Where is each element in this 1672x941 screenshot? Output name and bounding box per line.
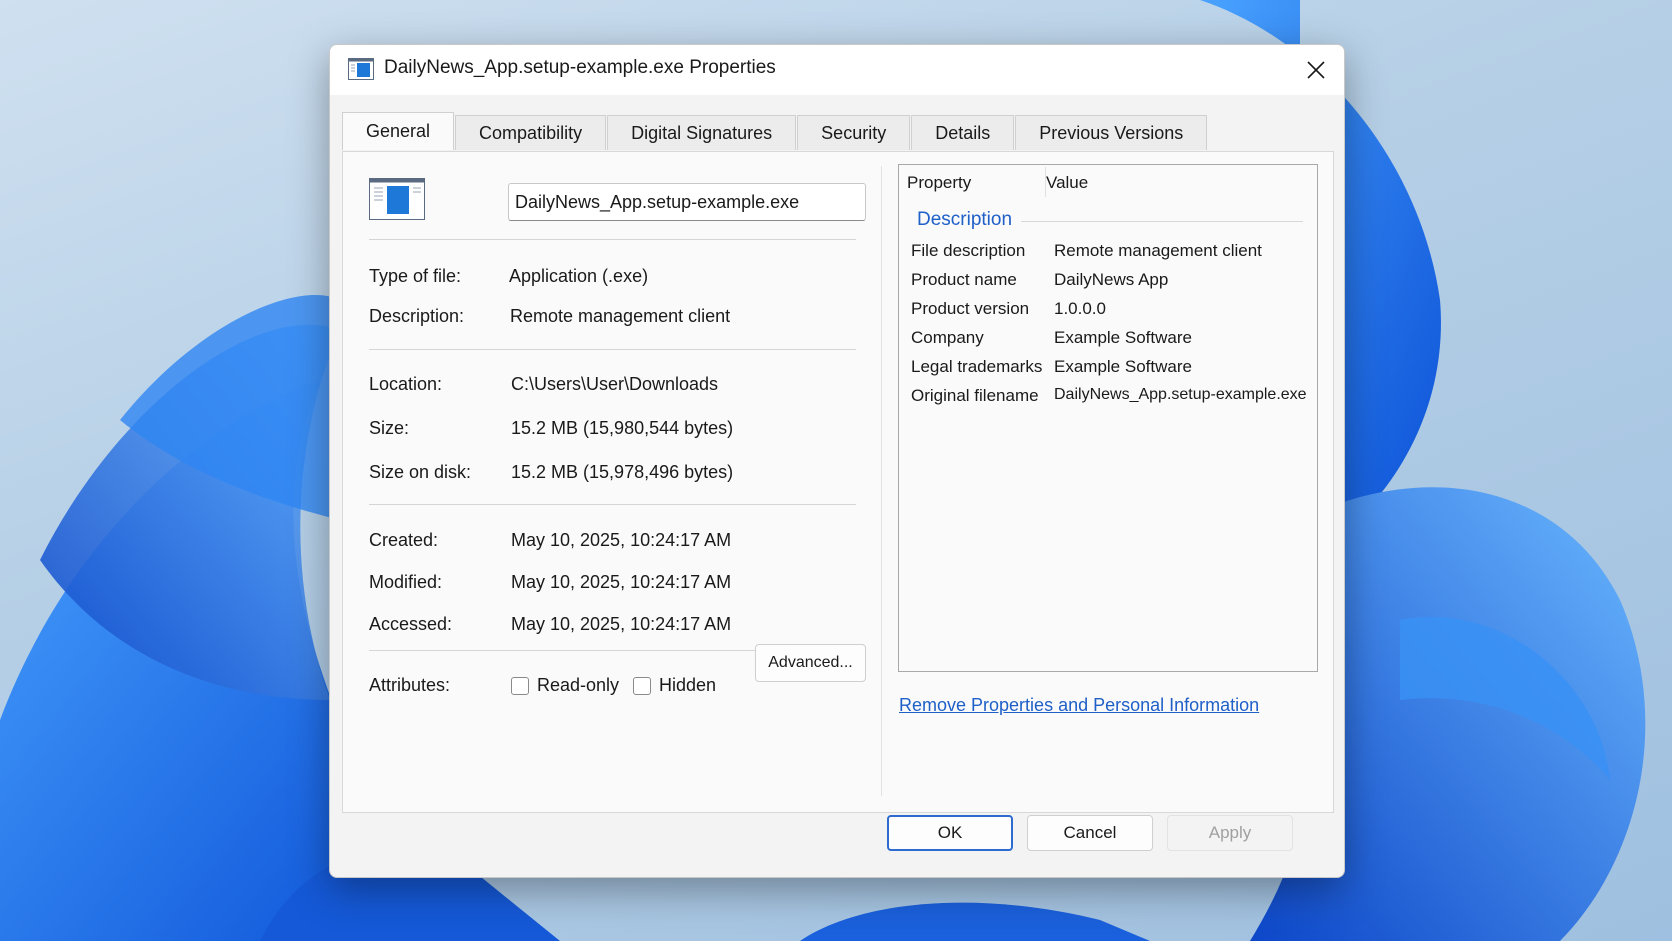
modified-value: May 10, 2025, 10:24:17 AM (511, 572, 732, 592)
type-label: Type of file: (369, 266, 462, 286)
hidden-label[interactable]: Hidden (659, 675, 716, 696)
accessed-label: Accessed: (369, 614, 453, 634)
ok-button[interactable]: OK (887, 815, 1013, 851)
detail-row-value[interactable]: DailyNews_App.setup-example.exe (1054, 386, 1307, 404)
detail-row-name[interactable]: Product name (911, 270, 1017, 290)
group-separator (1021, 221, 1303, 222)
column-divider (881, 166, 882, 796)
exe-window-icon (348, 58, 374, 80)
detail-row-value[interactable]: DailyNews App (1054, 270, 1168, 290)
hidden-checkbox[interactable] (633, 677, 651, 695)
remove-properties-link[interactable]: Remove Properties and Personal Informati… (899, 695, 1259, 716)
advanced-button[interactable]: Advanced... (755, 644, 866, 682)
window-title: DailyNews_App.setup-example.exe Properti… (384, 57, 776, 78)
details-list: Property Value Description File descript… (898, 164, 1318, 672)
accessed-value: May 10, 2025, 10:24:17 AM (511, 614, 732, 634)
detail-row-name[interactable]: Original filename (911, 386, 1039, 406)
group-title-description: Description (917, 209, 1013, 230)
description-label: Description: (369, 306, 465, 326)
close-icon (1307, 61, 1325, 79)
apply-button[interactable]: Apply (1167, 815, 1293, 851)
detail-row-name[interactable]: Company (911, 328, 984, 348)
description-value: Remote management client (510, 306, 731, 326)
size-label: Size: (369, 418, 410, 438)
separator (369, 504, 856, 505)
size-value: 15.2 MB (15,980,544 bytes) (511, 418, 734, 438)
readonly-label[interactable]: Read-only (537, 675, 619, 696)
detail-row-value[interactable]: Remote management client (1054, 241, 1262, 261)
detail-row-value[interactable]: 1.0.0.0 (1054, 299, 1106, 319)
tab-security[interactable]: Security (797, 115, 911, 150)
detail-row-name[interactable]: Product version (911, 299, 1029, 319)
location-value: C:\Users\User\Downloads (511, 374, 719, 394)
created-label: Created: (369, 530, 439, 550)
created-value: May 10, 2025, 10:24:17 AM (511, 530, 732, 550)
separator (369, 239, 856, 240)
tab-details[interactable]: Details (911, 115, 1015, 150)
cancel-button[interactable]: Cancel (1027, 815, 1153, 851)
tab-previous-versions[interactable]: Previous Versions (1015, 115, 1208, 150)
properties-dialog: DailyNews_App.setup-example.exe Properti… (329, 44, 1345, 878)
size-on-disk-value: 15.2 MB (15,978,496 bytes) (511, 462, 734, 482)
location-label: Location: (369, 374, 443, 394)
attributes-label: Attributes: (369, 675, 451, 695)
type-value: Application (.exe) (509, 266, 649, 286)
separator (369, 349, 856, 350)
tab-digital-signatures[interactable]: Digital Signatures (607, 115, 797, 150)
readonly-checkbox[interactable] (511, 677, 529, 695)
tab-panel: Type of file: Application (.exe) Descrip… (342, 151, 1334, 813)
exe-file-icon (369, 178, 425, 220)
detail-row-name[interactable]: Legal trademarks (911, 357, 1042, 377)
size-on-disk-label: Size on disk: (369, 462, 472, 482)
detail-row-value[interactable]: Example Software (1054, 328, 1192, 348)
file-name-input[interactable] (508, 183, 866, 221)
tab-strip: General Compatibility Digital Signatures… (342, 112, 1208, 151)
value-column-header[interactable]: Value (1046, 173, 1088, 193)
detail-row-value[interactable]: Example Software (1054, 357, 1192, 377)
modified-label: Modified: (369, 572, 443, 592)
tab-general[interactable]: General (342, 112, 455, 150)
detail-row-name[interactable]: File description (911, 241, 1025, 261)
close-button[interactable] (1288, 45, 1344, 95)
title-bar: DailyNews_App.setup-example.exe Properti… (330, 45, 1344, 95)
tab-compatibility[interactable]: Compatibility (455, 115, 607, 150)
property-column-header[interactable]: Property (907, 173, 971, 193)
